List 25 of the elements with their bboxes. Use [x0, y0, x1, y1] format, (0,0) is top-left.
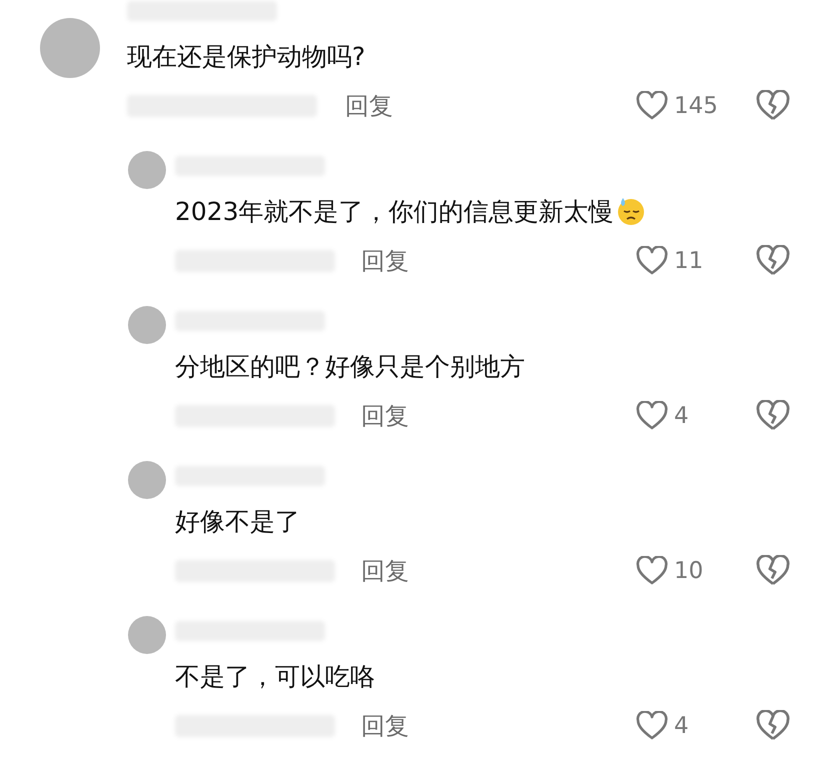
reply-link[interactable]: 回复 [361, 555, 409, 587]
heart-icon[interactable] [636, 401, 668, 431]
comment-text: 不是了，可以吃咯 [175, 660, 375, 692]
like-count: 4 [674, 713, 689, 739]
like-count: 145 [674, 93, 718, 119]
heart-icon[interactable] [636, 556, 668, 586]
heart-icon[interactable] [636, 91, 668, 121]
broken-heart-icon[interactable] [756, 245, 790, 277]
comment-text: 好像不是了 [175, 506, 300, 538]
broken-heart-icon[interactable] [756, 400, 790, 432]
broken-heart-icon[interactable] [756, 90, 790, 122]
broken-heart-icon[interactable] [756, 710, 790, 742]
broken-heart-icon[interactable] [756, 555, 790, 587]
reply-link[interactable]: 回复 [361, 400, 409, 432]
reply-link[interactable]: 回复 [361, 245, 409, 277]
like-count: 10 [674, 558, 704, 584]
heart-icon[interactable] [636, 711, 668, 741]
heart-icon[interactable] [636, 246, 668, 276]
comment-text: 2023年就不是了，你们的信息更新太慢 [175, 196, 614, 228]
like-count: 4 [674, 403, 689, 429]
comment-text: 现在还是保护动物吗? [127, 40, 366, 72]
comment-text: 分地区的吧？好像只是个别地方 [175, 350, 525, 382]
reply-link[interactable]: 回复 [361, 710, 409, 742]
like-count: 11 [674, 248, 704, 274]
reply-link[interactable]: 回复 [345, 90, 393, 122]
